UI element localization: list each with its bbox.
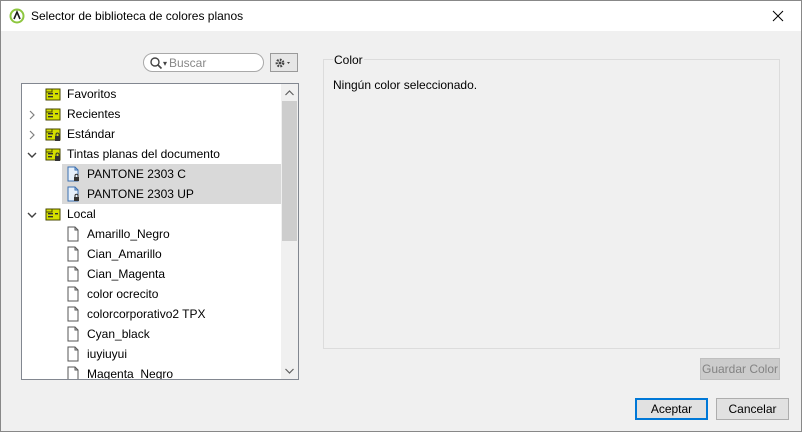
tree-item-label: Cian_Amarillo (87, 247, 162, 261)
tree-item[interactable]: Cian_Amarillo (22, 244, 282, 264)
close-icon (772, 10, 784, 22)
cancel-button[interactable]: Cancelar (716, 398, 789, 420)
settings-menu-button[interactable] (270, 53, 298, 72)
scroll-up-button[interactable] (281, 84, 298, 101)
tree-folder[interactable]: Recientes (22, 104, 282, 124)
tree-item-label: Estándar (67, 127, 116, 141)
search-field[interactable]: ▾ (143, 53, 264, 72)
document-icon (65, 306, 81, 322)
window-title: Selector de biblioteca de colores planos (31, 9, 244, 23)
document-icon (65, 366, 81, 379)
tree-item[interactable]: Magenta_Negro (22, 364, 282, 380)
library-folder-locked-icon (45, 146, 61, 162)
accept-button[interactable]: Aceptar (635, 398, 708, 420)
tree-item[interactable]: Amarillo_Negro (22, 224, 282, 244)
no-color-message: Ningún color seleccionado. (333, 78, 478, 92)
search-input[interactable] (169, 55, 259, 70)
app-logo-icon (9, 8, 25, 24)
library-tree[interactable]: Favoritos Recientes Estándar Tintas planas … (21, 83, 299, 380)
chevron-right-icon[interactable] (27, 109, 37, 120)
library-folder-icon (45, 206, 61, 222)
document-icon (65, 346, 81, 362)
tree-vertical-scrollbar[interactable] (281, 84, 298, 379)
tree-item-label: Recientes (67, 107, 121, 121)
tree-item[interactable]: Cian_Magenta (22, 264, 282, 284)
chevron-down-icon (285, 368, 294, 374)
close-button[interactable] (755, 1, 801, 31)
tree-folder[interactable]: Tintas planas del documento (22, 144, 282, 164)
tree-folder[interactable]: Local (22, 204, 282, 224)
tree-item-label: iuyiuyui (87, 347, 128, 361)
save-color-button[interactable]: Guardar Color (700, 358, 780, 380)
color-group-title: Color (333, 53, 364, 67)
color-group-box (323, 59, 780, 349)
gear-icon (275, 58, 290, 67)
tree-item-label: PANTONE 2303 C (87, 167, 186, 181)
tree-folder[interactable]: Estándar (22, 124, 282, 144)
tree-item-label: colorcorporativo2 TPX (87, 307, 206, 321)
document-icon (65, 226, 81, 242)
title-bar: Selector de biblioteca de colores planos (1, 1, 801, 31)
tree-item[interactable]: color ocrecito (22, 284, 282, 304)
document-icon (65, 266, 81, 282)
library-folder-icon (45, 86, 61, 102)
tree-item[interactable]: PANTONE 2303 C (62, 164, 282, 184)
scroll-thumb[interactable] (282, 101, 297, 241)
document-icon (65, 286, 81, 302)
chevron-down-icon[interactable] (27, 209, 37, 219)
tree-item[interactable]: iuyiuyui (22, 344, 282, 364)
library-folder-icon (45, 106, 61, 122)
tree-item-label: color ocrecito (87, 287, 159, 301)
tree-folder[interactable]: Favoritos (22, 84, 282, 104)
tree-item-label: Cyan_black (87, 327, 150, 341)
tree-item[interactable]: colorcorporativo2 TPX (22, 304, 282, 324)
chevron-down-icon[interactable] (27, 149, 37, 159)
tree-item-label: Tintas planas del documento (67, 147, 220, 161)
document-icon (65, 326, 81, 342)
search-options-caret-icon[interactable]: ▾ (163, 59, 167, 68)
scroll-down-button[interactable] (281, 362, 298, 379)
document-icon (65, 246, 81, 262)
library-folder-locked-icon (45, 126, 61, 142)
document-locked-icon (65, 186, 81, 202)
chevron-right-icon[interactable] (27, 129, 37, 140)
tree-item[interactable]: Cyan_black (22, 324, 282, 344)
tree-item-label: Favoritos (67, 87, 117, 101)
tree-item-label: Magenta_Negro (87, 367, 174, 380)
search-icon (150, 57, 163, 70)
chevron-up-icon (285, 89, 294, 95)
tree-item-label: Local (67, 207, 96, 221)
tree-item-label: Cian_Magenta (87, 267, 166, 281)
tree-item-label: PANTONE 2303 UP (87, 187, 194, 201)
tree-item-label: Amarillo_Negro (87, 227, 170, 241)
tree-item[interactable]: PANTONE 2303 UP (62, 184, 282, 204)
document-locked-icon (65, 166, 81, 182)
